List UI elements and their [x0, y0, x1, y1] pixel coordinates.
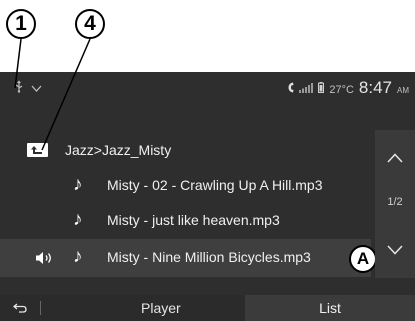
chevron-down-icon — [387, 245, 403, 255]
bottom-tab-bar: Player List — [0, 295, 415, 321]
usb-icon — [15, 80, 23, 93]
speaker-icon — [36, 252, 51, 264]
callout-4: 4 — [75, 9, 105, 39]
back-arrow-icon — [13, 303, 27, 313]
track-title: Misty - Nine Million Bicycles.mp3 — [107, 249, 311, 265]
scroll-up-button[interactable] — [375, 130, 415, 186]
signal-icon — [299, 83, 314, 93]
chevron-up-icon — [387, 153, 403, 163]
track-row-3-selected[interactable]: ♪ Misty - Nine Million Bicycles.mp3 — [0, 239, 371, 277]
music-note-icon: ♪ — [73, 246, 83, 267]
chevron-down-icon — [31, 85, 42, 92]
tab-player[interactable]: Player — [41, 295, 245, 321]
callout-1: 1 — [6, 9, 36, 39]
scroll-panel: 1/2 — [375, 130, 415, 278]
phone-icon — [288, 82, 294, 93]
tab-list[interactable]: List — [245, 295, 415, 321]
battery-icon — [318, 82, 325, 93]
status-indicators: 27°C 8:47 AM — [288, 78, 409, 98]
clock-time: 8:47 — [358, 78, 392, 97]
music-note-icon: ♪ — [73, 174, 83, 195]
back-button[interactable] — [0, 295, 40, 321]
scroll-down-button[interactable] — [375, 222, 415, 278]
page-indicator: 1/2 — [387, 196, 403, 208]
callout-a: A — [349, 245, 377, 273]
track-title: Misty - 02 - Crawling Up A Hill.mp3 — [107, 177, 323, 193]
track-title: Misty - just like heaven.mp3 — [107, 212, 280, 228]
music-note-icon: ♪ — [73, 209, 83, 230]
status-bar: 27°C 8:47 AM — [0, 72, 415, 104]
temperature: 27°C — [329, 84, 354, 96]
media-screen: 27°C 8:47 AM — [0, 72, 415, 321]
folder-path: Jazz>Jazz_Misty — [65, 142, 172, 158]
clock-ampm: AM — [397, 86, 409, 95]
folder-up-icon[interactable] — [27, 143, 48, 157]
source-selector[interactable] — [14, 80, 42, 96]
